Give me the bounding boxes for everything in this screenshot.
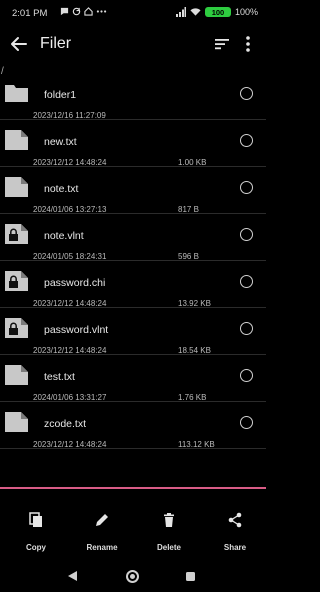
wifi-icon [190,8,201,16]
file-name: password.vlnt [44,324,109,336]
locked-file-icon [5,318,28,338]
status-time: 2:01 PM [12,8,48,19]
select-radio[interactable] [240,134,253,147]
delete-label: Delete [156,543,181,552]
signal-icon [175,7,186,17]
locked-file-icon [5,224,28,244]
list-item-test-txt[interactable]: test.txt 2024/01/06 13:31:27 1.76 KB [0,355,266,402]
file-date: 2023/12/12 14:48:24 [33,440,107,449]
file-date: 2024/01/06 13:31:27 [33,393,107,402]
status-system-icons: 100 100% [175,7,258,17]
file-name: note.vlnt [44,230,84,242]
file-date: 2024/01/06 13:27:13 [33,205,107,214]
bottom-action-bar: Copy Rename Delete Share [0,490,266,556]
list-item-folder1[interactable]: folder1 2023/12/16 11:27:09 [0,73,266,120]
pencil-icon [96,514,108,526]
file-name: new.txt [44,136,77,148]
select-radio[interactable] [240,228,253,241]
rename-label: Rename [86,543,118,552]
file-size: 1.00 KB [178,158,207,167]
copy-label: Copy [26,543,46,552]
file-size: 1.76 KB [178,393,207,402]
list-item-password-vlnt[interactable]: password.vlnt 2023/12/12 14:48:24 18.54 … [0,308,266,355]
app-bar: Filer [0,26,266,64]
trash-icon [164,513,174,527]
select-radio[interactable] [240,87,253,100]
select-radio[interactable] [240,181,253,194]
file-name: note.txt [44,183,79,195]
list-item-zcode-txt[interactable]: zcode.txt 2023/12/12 14:48:24 113.12 KB [0,402,266,449]
sort-icon[interactable] [213,36,231,52]
battery-indicator: 100 [204,7,231,17]
file-size: 113.12 KB [178,440,215,449]
share-icon [228,512,242,528]
share-label: Share [223,543,247,552]
system-nav-bar [0,562,266,592]
select-radio[interactable] [240,275,253,288]
file-name: test.txt [44,371,75,383]
file-size: 13.92 KB [178,299,211,308]
list-item-note-vlnt[interactable]: note.vlnt 2024/01/05 18:24:31 596 B [0,214,266,261]
home-icon [84,7,93,16]
nav-recents-icon[interactable] [185,571,196,582]
list-item-new-txt[interactable]: new.txt 2023/12/12 14:48:24 1.00 KB [0,120,266,167]
file-name: folder1 [44,89,77,101]
copy-icon [29,512,42,527]
file-date: 2023/12/16 11:27:09 [33,111,106,120]
more-dots-icon [96,10,107,13]
more-vert-icon[interactable] [242,35,254,53]
list-item-note-txt[interactable]: note.txt 2024/01/06 13:27:13 817 B [0,167,266,214]
file-date: 2023/12/12 14:48:24 [33,158,107,167]
file-size: 596 B [178,252,199,261]
accent-divider [0,487,266,489]
file-list: folder1 2023/12/16 11:27:09 new.txt 2023… [0,73,266,449]
file-icon [5,412,28,432]
nav-home-icon[interactable] [125,569,140,584]
back-arrow-icon[interactable] [9,34,29,54]
select-radio[interactable] [240,322,253,335]
file-size: 817 B [178,205,199,214]
list-item-password-chi[interactable]: password.chi 2023/12/12 14:48:24 13.92 K… [0,261,266,308]
nav-back-icon[interactable] [67,570,78,582]
folder-icon [5,85,28,102]
select-radio[interactable] [240,369,253,382]
file-name: zcode.txt [44,418,87,430]
file-icon [5,365,28,385]
status-notification-icons [60,7,107,16]
file-date: 2023/12/12 14:48:24 [33,346,107,355]
locked-file-icon [5,271,28,291]
messaging-icon [60,7,69,16]
file-name: password.chi [44,277,106,289]
battery-percent: 100% [234,7,258,17]
status-bar: 2:01 PM 100 100% [0,0,266,26]
file-icon [5,177,28,197]
sync-icon [72,7,81,16]
file-date: 2023/12/12 14:48:24 [33,299,107,308]
select-radio[interactable] [240,416,253,429]
file-size: 18.54 KB [178,346,211,355]
page-title: Filer [40,35,72,52]
file-icon [5,130,28,150]
file-date: 2024/01/05 18:24:31 [33,252,107,261]
